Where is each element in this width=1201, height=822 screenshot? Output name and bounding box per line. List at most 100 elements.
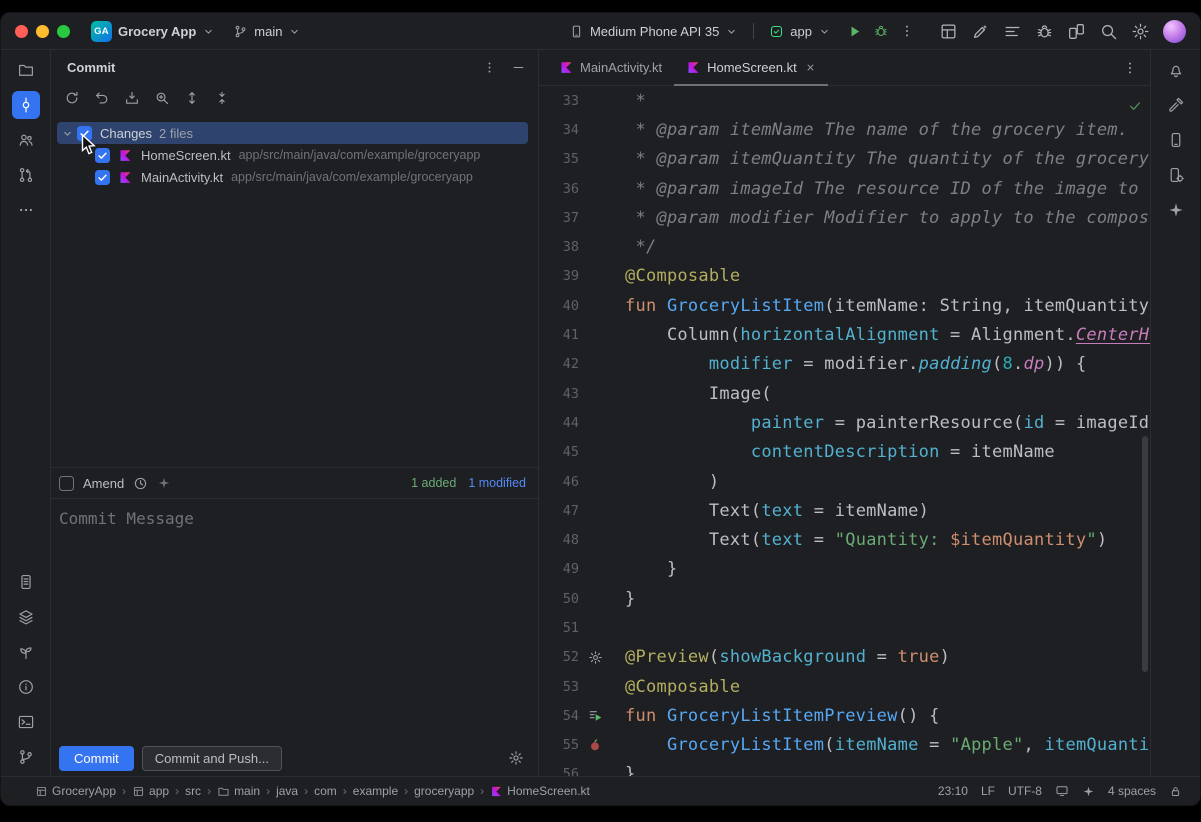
search-icon[interactable] xyxy=(1099,22,1118,41)
commit-icon xyxy=(17,96,35,114)
more-tools-icon xyxy=(17,201,35,219)
amend-checkbox[interactable] xyxy=(59,476,74,491)
gemini-icon[interactable] xyxy=(971,22,990,41)
profile-avatar[interactable] xyxy=(1163,20,1186,43)
minimize-window-button[interactable] xyxy=(36,25,49,38)
changes-count: 2 files xyxy=(159,126,193,141)
changed-file-row[interactable]: MainActivity.ktapp/src/main/java/com/exa… xyxy=(57,166,528,188)
code-text: fun GroceryListItem(itemName: String, it… xyxy=(625,296,1150,316)
commit-settings-gear-icon[interactable] xyxy=(508,750,524,766)
code-line: 55 GroceryListItem(itemName = "Apple", i… xyxy=(539,731,1150,760)
breadcrumb-item[interactable]: main xyxy=(217,784,260,798)
tool-pull-requests[interactable] xyxy=(12,126,40,154)
code-editor[interactable]: 33 *34 * @param itemName The name of the… xyxy=(539,86,1150,776)
breadcrumb-item[interactable]: example xyxy=(353,784,398,798)
panel-options-icon[interactable] xyxy=(482,60,497,75)
tab-HomeScreen.kt[interactable]: HomeScreen.kt xyxy=(674,50,828,85)
readonly-lock-icon[interactable] xyxy=(1169,785,1182,798)
refresh-icon[interactable] xyxy=(60,87,83,110)
code-line: 45 contentDescription = itemName xyxy=(539,438,1150,467)
breadcrumb-item[interactable]: app xyxy=(132,784,169,798)
collapse-all-icon[interactable] xyxy=(210,87,233,110)
editor-scrollbar[interactable] xyxy=(1142,436,1148,672)
changes-tree[interactable]: Changes 2 files HomeScreen.ktapp/src/mai… xyxy=(51,112,538,467)
line-separator[interactable]: LF xyxy=(981,784,995,798)
tool-app-inspection[interactable] xyxy=(12,638,40,666)
commit-message-input[interactable]: Commit Message xyxy=(51,498,538,740)
tool-gemini[interactable] xyxy=(1162,196,1190,224)
history-icon[interactable] xyxy=(133,476,148,491)
tool-resource-manager[interactable] xyxy=(12,603,40,631)
breadcrumb-item[interactable]: src xyxy=(185,784,201,798)
layout-inspector-icon[interactable] xyxy=(939,22,958,41)
tool-more-tools[interactable] xyxy=(12,196,40,224)
ai-sparkle-icon[interactable] xyxy=(157,476,171,490)
tool-gradle[interactable] xyxy=(1162,91,1190,119)
tool-device-explorer[interactable] xyxy=(12,568,40,596)
kotlin-file-icon xyxy=(686,60,701,75)
line-number: 33 xyxy=(539,93,579,109)
preview-settings-gear-icon[interactable] xyxy=(588,650,603,665)
tool-version-control[interactable] xyxy=(12,743,40,771)
commit-and-push-button[interactable]: Commit and Push... xyxy=(142,746,282,771)
chevron-expanded-icon[interactable] xyxy=(61,127,74,140)
inspections-ok-icon[interactable] xyxy=(1128,98,1142,117)
breadcrumb-item[interactable]: java xyxy=(276,784,298,798)
hide-panel-icon[interactable] xyxy=(511,60,526,75)
code-line: 42 modifier = modifier.padding(8.dp)) { xyxy=(539,350,1150,379)
app-quality-insights-icon[interactable] xyxy=(1035,22,1054,41)
commit-button[interactable]: Commit xyxy=(59,746,134,771)
rollback-icon[interactable] xyxy=(90,87,113,110)
tool-commit[interactable] xyxy=(12,91,40,119)
tool-problems[interactable] xyxy=(12,673,40,701)
shelve-icon[interactable] xyxy=(120,87,143,110)
breadcrumb-item[interactable]: GroceryApp xyxy=(35,784,116,798)
settings-icon[interactable] xyxy=(1131,22,1150,41)
close-tab-icon[interactable] xyxy=(805,62,816,73)
tool-project[interactable] xyxy=(12,56,40,84)
changes-root-row[interactable]: Changes 2 files xyxy=(57,122,528,144)
breadcrumb-item[interactable]: com xyxy=(314,784,337,798)
changed-file-row[interactable]: HomeScreen.ktapp/src/main/java/com/examp… xyxy=(57,144,528,166)
run-button[interactable] xyxy=(846,23,863,40)
breadcrumb-item[interactable]: HomeScreen.kt xyxy=(490,784,590,798)
run-configuration-selector[interactable]: app xyxy=(764,21,836,42)
screen-icon[interactable] xyxy=(1055,784,1069,798)
zoom-window-button[interactable] xyxy=(57,25,70,38)
show-diff-icon[interactable] xyxy=(150,87,173,110)
logcat-icon[interactable] xyxy=(1003,22,1022,41)
kotlin-file-icon xyxy=(118,148,133,163)
gemini-sparkle-icon[interactable] xyxy=(1082,785,1095,798)
tab-MainActivity.kt[interactable]: MainActivity.kt xyxy=(547,50,674,85)
run-preview-icon[interactable] xyxy=(588,708,604,724)
code-line: 51 xyxy=(539,613,1150,642)
code-text: GroceryListItem(itemName = "Apple", item… xyxy=(625,735,1150,755)
tool-device-manager[interactable] xyxy=(1162,161,1190,189)
file-checkbox[interactable] xyxy=(95,170,110,185)
caret-position[interactable]: 23:10 xyxy=(938,784,968,798)
indent-setting[interactable]: 4 spaces xyxy=(1108,784,1156,798)
debug-button[interactable] xyxy=(873,23,889,39)
project-selector[interactable]: GA Grocery App xyxy=(86,18,220,45)
device-selector[interactable]: Medium Phone API 35 xyxy=(564,21,743,42)
tool-branches[interactable] xyxy=(12,161,40,189)
project-name: Grocery App xyxy=(118,24,196,39)
tool-terminal[interactable] xyxy=(12,708,40,736)
tool-notifications[interactable] xyxy=(1162,56,1190,84)
changes-label: Changes xyxy=(100,126,152,141)
breadcrumb-item[interactable]: groceryapp xyxy=(414,784,474,798)
breadcrumb-separator: › xyxy=(304,784,308,798)
expand-all-icon[interactable] xyxy=(180,87,203,110)
breadcrumb-separator: › xyxy=(343,784,347,798)
more-actions-icon[interactable] xyxy=(899,23,915,39)
drawable-preview-icon[interactable] xyxy=(588,738,602,752)
code-text: * xyxy=(625,91,1150,111)
close-window-button[interactable] xyxy=(15,25,28,38)
main-area: Commit Changes 2 files HomeScreen.ktapp/… xyxy=(1,50,1200,776)
pair-devices-icon[interactable] xyxy=(1067,22,1086,41)
tab-list-icon[interactable] xyxy=(1122,50,1138,85)
code-text: ) xyxy=(625,472,1150,492)
tool-running-devices[interactable] xyxy=(1162,126,1190,154)
file-encoding[interactable]: UTF-8 xyxy=(1008,784,1042,798)
branch-selector[interactable]: main xyxy=(228,21,306,42)
